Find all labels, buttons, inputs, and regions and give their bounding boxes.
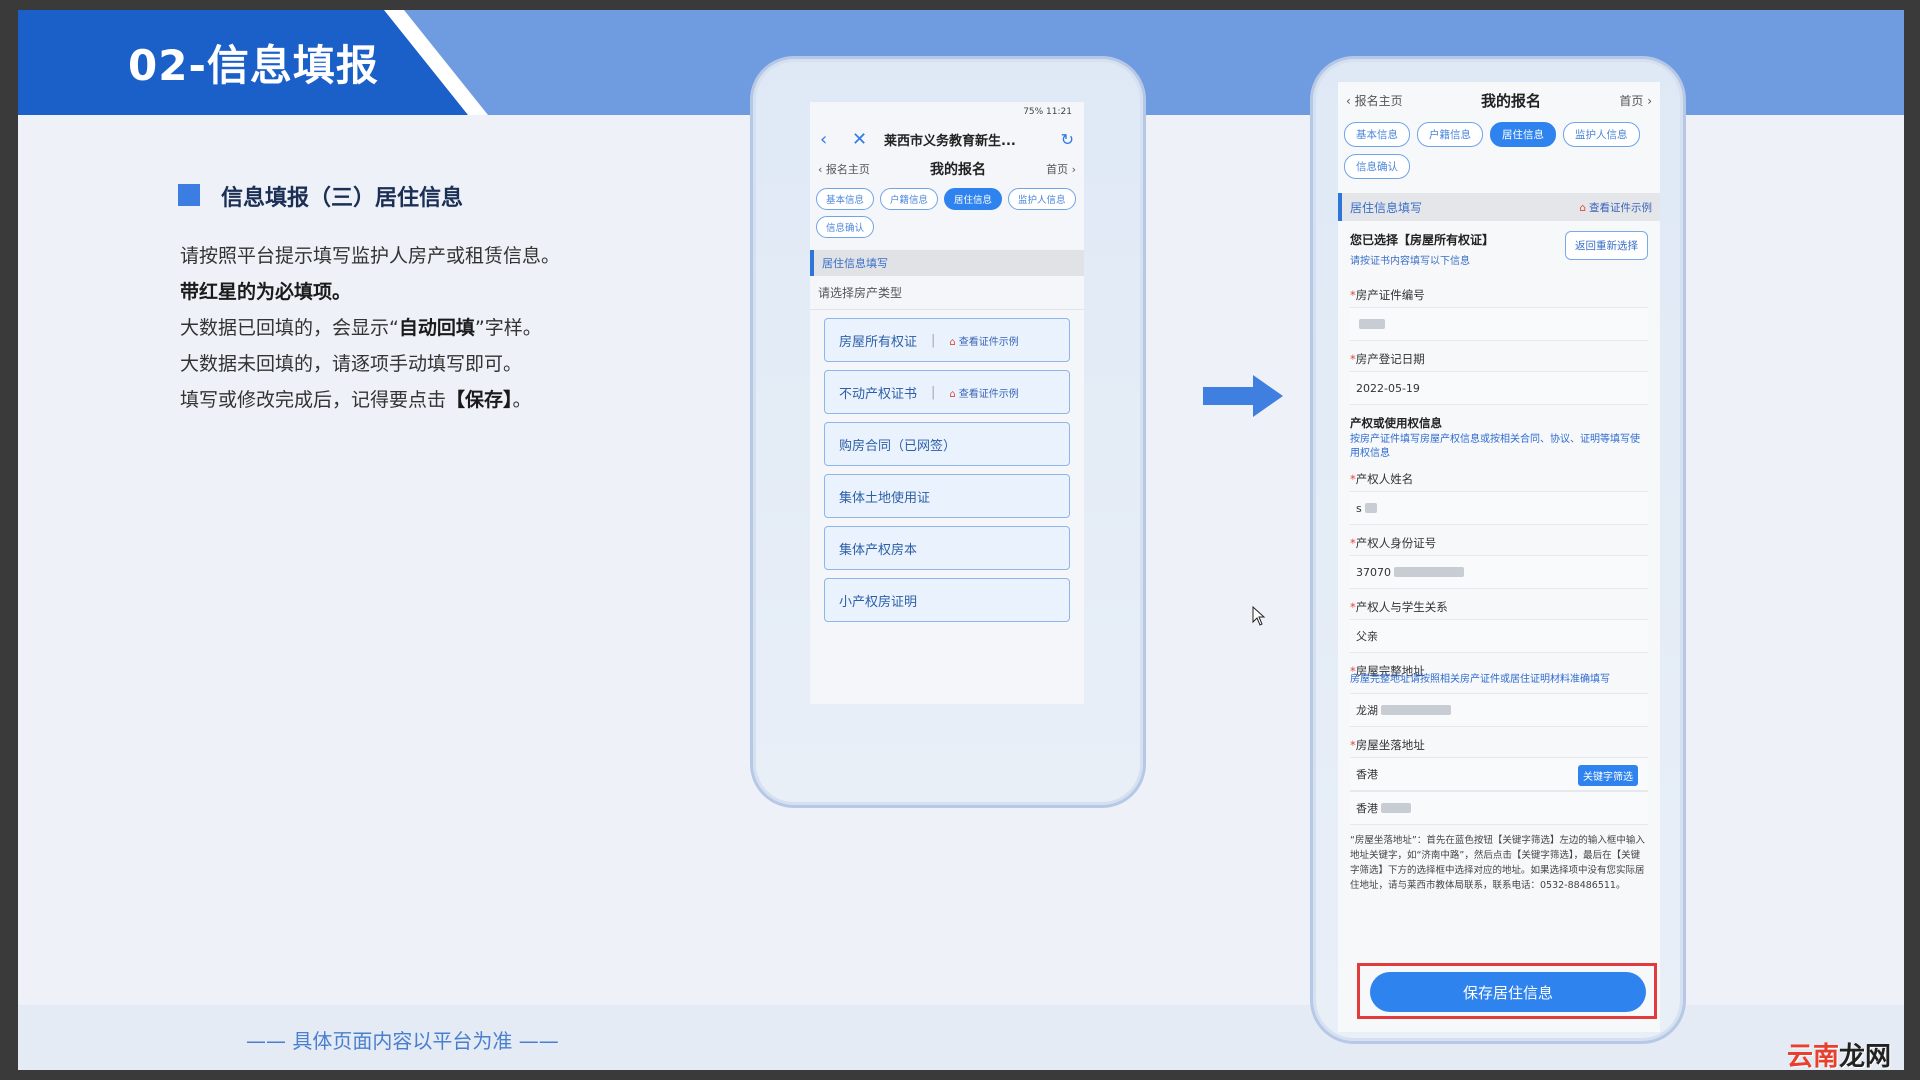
rights-hint: 按房产证件填写房屋产权信息或按相关合同、协议、证明等填写使用权信息 [1350, 434, 1640, 459]
browser-title: 莱西市义务教育新生... [884, 133, 1016, 149]
section-header: 居住信息填写 [810, 250, 1084, 276]
step-tabs: 基本信息 户籍信息 居住信息 监护人信息 信息确认 [810, 184, 1084, 242]
required-note: 带红星的为必填项。 [180, 281, 352, 303]
tab-basic-info[interactable]: 基本信息 [816, 188, 875, 210]
location-keyword-input[interactable]: 香港 关键字筛选 [1350, 757, 1648, 791]
field-owner-name: *产权人姓名 s [1338, 461, 1660, 525]
phone-screen-2: ‹ 报名主页 我的报名 首页 › 基本信息 户籍信息 居住信息 监护人信息 信息… [1338, 82, 1660, 1032]
step-tabs: 基本信息 户籍信息 居住信息 监护人信息 信息确认 [1338, 118, 1660, 185]
view-example-link[interactable]: ⌂ 查看证件示例 [1579, 200, 1652, 215]
nav-title: 我的报名 [930, 162, 986, 178]
tab-household-info[interactable]: 户籍信息 [1417, 122, 1483, 147]
house-icon: ⌂ [1579, 201, 1586, 214]
footer-note: —— 具体页面内容以平台为准 —— [246, 1029, 559, 1053]
tab-guardian-info[interactable]: 监护人信息 [1563, 122, 1640, 147]
save-residence-button[interactable]: 保存居住信息 [1370, 972, 1646, 1012]
reg-date-input[interactable]: 2022-05-19 [1350, 371, 1648, 405]
field-reg-date: *房产登记日期 2022-05-19 [1338, 341, 1660, 405]
phone-screen-1: 75% 11:21 ‹ ✕ 莱西市义务教育新生... ↻ ‹ 报名主页 我的报名… [810, 102, 1084, 704]
tab-guardian-info[interactable]: 监护人信息 [1008, 188, 1076, 210]
nav-back-link[interactable]: ‹ 报名主页 [818, 161, 870, 177]
house-icon: ⌂ [949, 388, 956, 400]
field-location: *房屋坐落地址 香港 关键字筛选 香港 [1338, 727, 1660, 825]
save-keyword: 【保存】 [446, 389, 513, 411]
instruction-line: 请按照平台提示填写监护人房产或租赁信息。 [180, 245, 561, 267]
full-address-input[interactable]: 龙湖 [1350, 693, 1648, 727]
tab-confirm-info[interactable]: 信息确认 [816, 216, 875, 238]
refresh-icon[interactable]: ↻ [1061, 130, 1074, 149]
instruction-line: 带红星的为必填项。 [180, 274, 700, 310]
cursor-icon [1252, 606, 1266, 626]
section-marker [178, 184, 200, 206]
tab-residence-info[interactable]: 居住信息 [1490, 122, 1556, 147]
tab-basic-info[interactable]: 基本信息 [1344, 122, 1410, 147]
close-icon[interactable]: ✕ [852, 129, 884, 150]
auto-fill-keyword: 自动回填 [398, 317, 475, 339]
tab-household-info[interactable]: 户籍信息 [880, 188, 939, 210]
tab-confirm-info[interactable]: 信息确认 [1344, 154, 1410, 179]
back-icon[interactable]: ‹ [820, 129, 852, 150]
nav-back-link[interactable]: ‹ 报名主页 [1346, 92, 1403, 109]
watermark-logo: 云南龙网 [1787, 1042, 1892, 1072]
instructions: 请按照平台提示填写监护人房产或租赁信息。 带红星的为必填项。 大数据已回填的，会… [180, 238, 700, 418]
view-example-link[interactable]: ⌂ 查看证件示例 [949, 333, 1018, 348]
option-purchase-contract[interactable]: 购房合同（已网签） [824, 422, 1070, 466]
owner-name-input[interactable]: s [1350, 491, 1648, 525]
rights-title: 产权或使用权信息 [1350, 416, 1442, 430]
nav-title: 我的报名 [1480, 91, 1541, 110]
tab-residence-info[interactable]: 居住信息 [944, 188, 1003, 210]
property-type-label: 请选择房产类型 [810, 276, 1084, 310]
section-header: 居住信息填写 ⌂ 查看证件示例 [1338, 193, 1660, 221]
option-collective-property[interactable]: 集体产权房本 [824, 526, 1070, 570]
instruction-line: 大数据已回填的，会显示“自动回填”字样。 [180, 317, 542, 339]
view-example-link[interactable]: ⌂ 查看证件示例 [949, 385, 1018, 400]
location-select[interactable]: 香港 [1350, 791, 1648, 825]
reselect-button[interactable]: 返回重新选择 [1565, 231, 1648, 260]
cert-number-input[interactable] [1350, 307, 1648, 341]
option-real-estate-cert[interactable]: 不动产权证书 | ⌂ 查看证件示例 [824, 370, 1070, 414]
owner-id-input[interactable]: 37070 [1350, 555, 1648, 589]
nav-home-link[interactable]: 首页 › [1619, 92, 1652, 109]
instruction-line: 大数据未回填的，请逐项手动填写即可。 [180, 353, 523, 375]
arrow-right-icon [1203, 375, 1283, 417]
field-full-address: *房屋完整地址 [1350, 664, 1425, 678]
field-cert-number: *房产证件编号 [1338, 277, 1660, 341]
status-bar: 75% 11:21 [1023, 107, 1072, 117]
instruction-line: 填写或修改完成后，记得要点击【保存】。 [180, 389, 532, 411]
page-title: 02-信息填报 [128, 41, 379, 90]
option-small-property[interactable]: 小产权房证明 [824, 578, 1070, 622]
browser-bar: ‹ ✕ 莱西市义务教育新生... ↻ [810, 124, 1084, 154]
nav-home-link[interactable]: 首页 › [1046, 161, 1076, 177]
field-owner-id: *产权人身份证号 37070 [1338, 525, 1660, 589]
app-nav: ‹ 报名主页 我的报名 首页 › [810, 154, 1084, 184]
field-relation: *产权人与学生关系 父亲 [1338, 589, 1660, 653]
option-house-ownership[interactable]: 房屋所有权证 | ⌂ 查看证件示例 [824, 318, 1070, 362]
option-collective-land[interactable]: 集体土地使用证 [824, 474, 1070, 518]
full-address-hint: 房屋完整地址请按照相关房产证件或居住证明材料准确填写 [1350, 674, 1610, 685]
house-icon: ⌂ [949, 336, 956, 348]
app-nav: ‹ 报名主页 我的报名 首页 › [1338, 82, 1660, 118]
section-title: 信息填报（三）居住信息 [221, 186, 464, 211]
chosen-type-block: 您已选择【房屋所有权证】 请按证书内容填写以下信息 返回重新选择 [1338, 221, 1660, 277]
keyword-filter-button[interactable]: 关键字筛选 [1578, 765, 1638, 786]
relation-input[interactable]: 父亲 [1350, 619, 1648, 653]
location-note: “房屋坐落地址”：首先在蓝色按钮【关键字筛选】左边的输入框中输入地址关键字，如“… [1350, 835, 1645, 891]
